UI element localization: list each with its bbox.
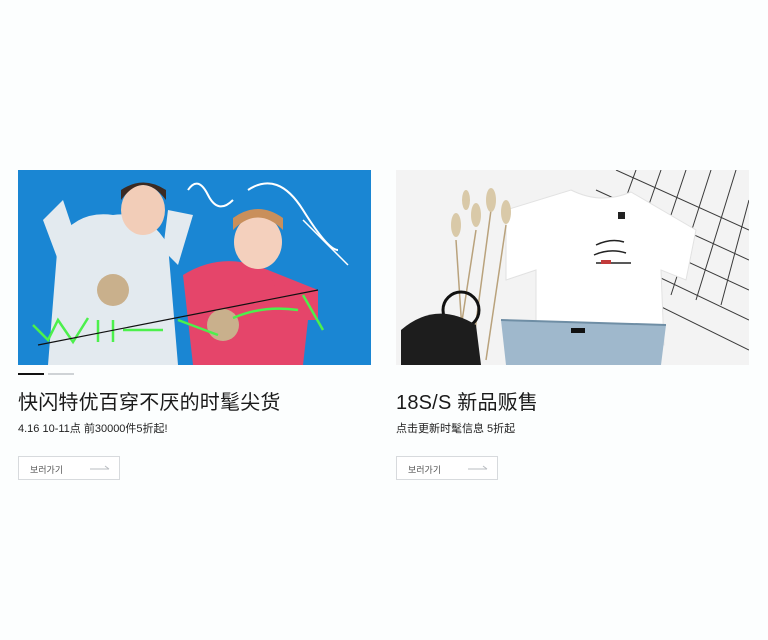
card-title[interactable]: 快闪特优百穿不厌的时髦尖货 <box>18 386 281 415</box>
view-button-label: 보러가기 <box>30 465 64 475</box>
view-button-label: 보러가기 <box>408 465 442 475</box>
promo-card-new-arrivals: 18S/S 新品贩售 点击更新时髦信息 5折起 보러가기 <box>396 170 749 480</box>
arrow-right-icon <box>90 465 110 470</box>
page: 快闪特优百穿不厌的时髦尖货 4.16 10-11点 前30000件5折起! 보러… <box>0 0 768 640</box>
arrow-right-icon <box>468 465 488 470</box>
card-title[interactable]: 18S/S 新品贩售 <box>396 386 538 415</box>
card-subtitle: 点击更新时髦信息 5折起 <box>396 423 516 435</box>
banner-image-new-arrivals[interactable] <box>396 170 749 365</box>
view-button[interactable]: 보러가기 <box>18 456 120 480</box>
banner-illustration <box>396 170 749 365</box>
promo-card-flash-sale: 快闪特优百穿不厌的时髦尖货 4.16 10-11点 前30000件5折起! 보러… <box>18 170 371 480</box>
carousel-dot[interactable] <box>48 373 74 375</box>
carousel-dot-active[interactable] <box>18 373 44 375</box>
banner-image-flash-sale[interactable] <box>18 170 371 365</box>
card-subtitle: 4.16 10-11点 前30000件5折起! <box>18 423 168 435</box>
view-button[interactable]: 보러가기 <box>396 456 498 480</box>
carousel-indicator <box>18 370 78 376</box>
banner-illustration <box>18 170 371 365</box>
